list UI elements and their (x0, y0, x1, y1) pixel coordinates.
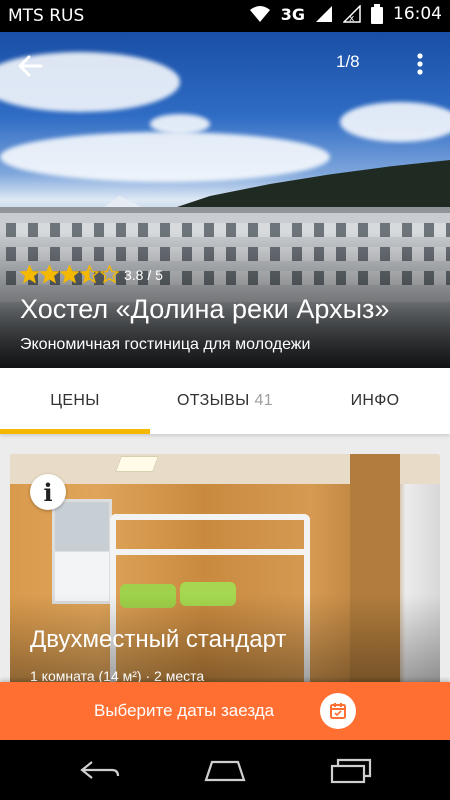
room-name: Двухместный стандарт (30, 626, 287, 653)
tab-indicator (0, 429, 150, 434)
tab-label: ЦЕНЫ (50, 392, 100, 409)
info-icon[interactable]: i (30, 474, 66, 510)
select-dates-label: Выберите даты заезда (94, 701, 275, 720)
info-glyph: i (43, 477, 53, 507)
star-empty-icon (100, 265, 119, 284)
rating-stars (20, 265, 120, 284)
home-icon (204, 760, 246, 782)
rating-text: 3.8 / 5 (124, 266, 163, 283)
more-vertical-icon (417, 53, 423, 75)
photo-counter: 1/8 (336, 52, 360, 71)
arrow-left-icon (18, 55, 43, 77)
room-window (52, 499, 112, 604)
battery-icon (371, 4, 383, 24)
recent-apps-icon (330, 758, 372, 784)
cloud-shape (150, 114, 210, 134)
tab-label: ОТЗЫВЫ (177, 392, 250, 409)
tab-prices[interactable]: ЦЕНЫ (0, 368, 150, 434)
hotel-photo[interactable]: 1/8 3.8 / 5 Хостел «Долина реки Архыз» Э… (0, 32, 450, 368)
star-full-icon (40, 265, 59, 284)
calendar-icon (320, 693, 356, 729)
status-icons: 3G x 16:04 (249, 4, 442, 24)
hotel-name: Хостел «Долина реки Архыз» (20, 294, 390, 324)
room-lamp (115, 456, 159, 472)
nav-home-button[interactable] (190, 750, 260, 790)
tab-reviews[interactable]: ОТЗЫВЫ 41 (150, 368, 300, 434)
tab-bar: ЦЕНЫ ОТЗЫВЫ 41 ИНФО (0, 368, 450, 434)
no-signal-icon: x (343, 5, 361, 23)
nav-recent-button[interactable] (316, 750, 386, 790)
tab-info[interactable]: ИНФО (300, 368, 450, 434)
bunk-rail (110, 549, 310, 555)
cloud-shape (340, 102, 450, 142)
back-button[interactable] (12, 48, 48, 84)
carrier-name: MTS RUS (8, 6, 85, 26)
reviews-count: 41 (254, 392, 273, 409)
more-button[interactable] (404, 46, 436, 82)
cloud-shape (0, 132, 330, 182)
system-nav-bar (0, 740, 450, 800)
back-icon (80, 761, 120, 779)
status-bar: MTS RUS 3G x 16:04 (0, 0, 450, 32)
star-full-icon (20, 265, 39, 284)
star-half-icon (80, 265, 99, 284)
select-dates-button[interactable]: Выберите даты заезда (0, 682, 450, 740)
star-full-icon (60, 265, 79, 284)
signal-icon (315, 5, 333, 23)
network-type: 3G (280, 4, 305, 24)
hotel-rating: 3.8 / 5 (20, 265, 163, 284)
wifi-icon (249, 5, 271, 23)
svg-text:x: x (349, 14, 355, 23)
nav-back-button[interactable] (65, 750, 135, 790)
status-time: 16:04 (393, 4, 442, 24)
tab-label: ИНФО (350, 392, 400, 409)
hotel-description: Экономичная гостиница для молодежи (20, 336, 311, 353)
